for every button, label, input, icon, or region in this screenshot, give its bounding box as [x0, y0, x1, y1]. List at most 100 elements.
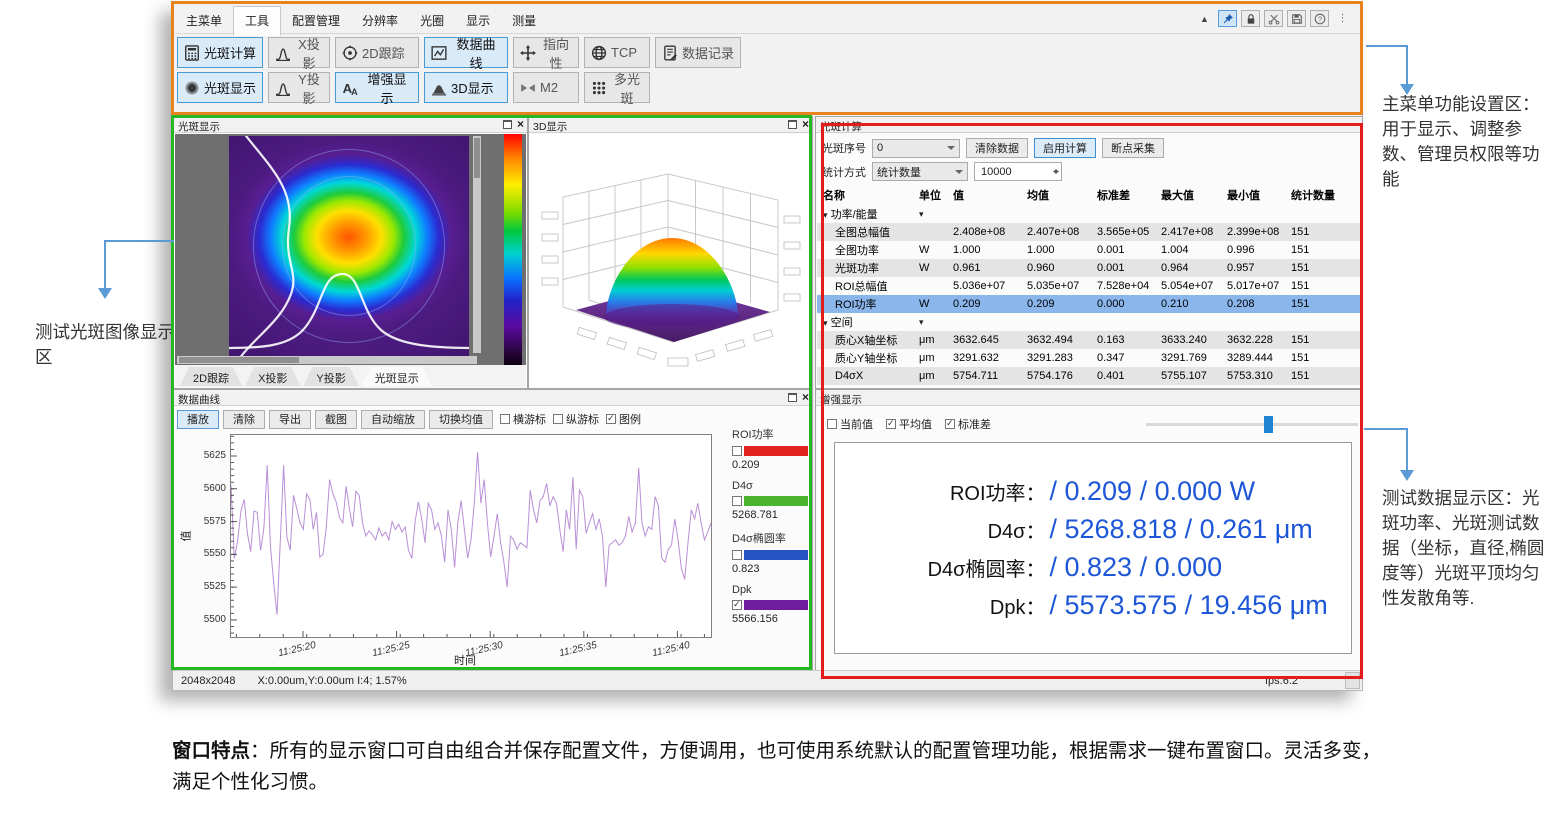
menu-item-3[interactable]: 配置管理	[281, 7, 351, 35]
enhance-display-panel: 增强显示 当前值平均值标准差 ROI功率：/ 0.209 / 0.000 WD4…	[815, 389, 1363, 671]
x-tick-label: 11:25:25	[371, 640, 411, 659]
menu-item-2[interactable]: 工具	[233, 6, 281, 36]
table-row-质心Y轴坐标[interactable]: 质心Y轴坐标μm3291.6323291.2830.3473291.769328…	[817, 349, 1361, 367]
horizontal-scrollbar[interactable]	[177, 356, 477, 364]
checkbox-icon[interactable]	[827, 419, 837, 429]
float-panel-icon[interactable]	[788, 393, 797, 402]
enable-calc-button[interactable]: 启用计算	[1034, 138, 1096, 158]
toolbar-button-multi-spot[interactable]: 多光斑	[584, 72, 650, 103]
table-group-row-功率/能量[interactable]: ▾ 功率/能量▾	[817, 205, 1361, 223]
menu-item-7[interactable]: 测量	[501, 7, 547, 35]
pointing-icon	[520, 45, 536, 61]
table-cell: 3291.283	[1023, 352, 1093, 364]
menu-item-4[interactable]: 分辨率	[351, 7, 409, 35]
legend-item-D4σ椭圆率: D4σ椭圆率0.823	[732, 530, 808, 575]
checkbox-icon[interactable]	[606, 414, 616, 424]
toolbar-button-pointing[interactable]: 指向性	[513, 37, 579, 68]
scissors-icon[interactable]	[1264, 10, 1283, 27]
enhance-checkbox-当前值[interactable]: 当前值	[827, 416, 873, 432]
toolbar-button-label: TCP	[611, 45, 637, 60]
calc-results-table[interactable]: 名称单位值均值标准差最大值最小值统计数量▾ 功率/能量▾全图总幅值2.408e+…	[817, 185, 1361, 387]
beam-2d-image[interactable]	[229, 136, 469, 356]
menu-item-1[interactable]: 主菜单	[175, 7, 233, 35]
spot-panel-title: 光斑显示	[178, 121, 220, 133]
lock-icon[interactable]	[1241, 10, 1260, 27]
toolbar-button-x-projection[interactable]: X投影	[268, 37, 330, 68]
stat-count-input[interactable]: 10000	[974, 162, 1062, 181]
table-cell: 0.208	[1223, 298, 1287, 310]
curve-button-播放[interactable]: 播放	[177, 410, 219, 429]
spot-index-select[interactable]: 0	[872, 139, 960, 158]
collapse-icon[interactable]: ▲	[1195, 10, 1214, 27]
breakpoint-capture-button[interactable]: 断点采集	[1102, 138, 1164, 158]
table-row-全图功率[interactable]: 全图功率W1.0001.0000.0011.0040.996151	[817, 241, 1361, 259]
enhance-display-label: D4σ：	[841, 515, 1046, 544]
float-panel-icon[interactable]	[503, 120, 512, 129]
save-icon[interactable]	[1287, 10, 1306, 27]
stat-mode-select[interactable]: 统计数量	[872, 162, 968, 181]
table-cell: 3291.769	[1157, 352, 1223, 364]
pin-icon[interactable]	[1218, 10, 1237, 27]
slider-handle[interactable]	[1264, 416, 1273, 433]
table-row-光斑功率[interactable]: 光斑功率W0.9610.9600.0010.9640.957151	[817, 259, 1361, 277]
table-row-D4σX[interactable]: D4σXμm5754.7115754.1760.4015755.1075753.…	[817, 367, 1361, 385]
curve-checkbox-图例[interactable]: 图例	[606, 411, 641, 427]
checkbox-label: 横游标	[513, 411, 546, 427]
toolbar-button-track-2d[interactable]: 2D跟踪	[335, 37, 419, 68]
toolbar-button-spot-display[interactable]: 光斑显示	[177, 72, 263, 103]
checkbox-icon[interactable]	[945, 419, 955, 429]
more-icon[interactable]: ⋮	[1333, 10, 1352, 27]
resize-grip[interactable]	[1345, 672, 1360, 689]
table-cell: 质心Y轴坐标	[817, 350, 915, 366]
clear-data-button[interactable]: 清除数据	[966, 138, 1028, 158]
table-row-ROI总幅值[interactable]: ROI总幅值5.036e+075.035e+077.528e+045.054e+…	[817, 277, 1361, 295]
legend-checkbox[interactable]	[732, 446, 742, 456]
toolbar-button-display-3d[interactable]: 3D显示	[424, 72, 508, 103]
toolbar-button-enhance-display[interactable]: AA增强显示	[335, 72, 419, 103]
toolbar-button-m2[interactable]: M2	[513, 72, 579, 103]
help-icon[interactable]: ?	[1310, 10, 1329, 27]
close-icon[interactable]: ×	[517, 119, 524, 129]
curve-button-切换均值[interactable]: 切换均值	[429, 410, 493, 429]
curve-checkbox-纵游标[interactable]: 纵游标	[553, 411, 599, 427]
toolbar-button-data-record[interactable]: 数据记录	[655, 37, 741, 68]
curve-plot-area[interactable]	[230, 434, 712, 638]
float-panel-icon[interactable]	[788, 120, 797, 129]
curve-button-截图[interactable]: 截图	[315, 410, 357, 429]
curve-button-自动缩放[interactable]: 自动缩放	[361, 410, 425, 429]
tab-2D跟踪[interactable]: 2D跟踪	[180, 367, 242, 386]
table-row-质心X轴坐标[interactable]: 质心X轴坐标μm3632.6453632.4940.1633633.240363…	[817, 331, 1361, 349]
enhance-checkbox-平均值[interactable]: 平均值	[886, 416, 932, 432]
curve-button-清除[interactable]: 清除	[223, 410, 265, 429]
spinner-icon[interactable]	[1053, 166, 1059, 177]
legend-checkbox[interactable]	[732, 550, 742, 560]
spot-calc-panel: 光斑计算 光斑序号 0 清除数据 启用计算 断点采集 统计方式 统计数量 100…	[815, 116, 1363, 389]
enhance-slider[interactable]	[1146, 423, 1358, 426]
toolbar-button-calculator[interactable]: 光斑计算	[177, 37, 263, 68]
tab-光斑显示[interactable]: 光斑显示	[362, 367, 432, 386]
menu-item-6[interactable]: 显示	[455, 7, 501, 35]
toolbar-button-data-curve[interactable]: 数据曲线	[424, 37, 508, 68]
curve-checkbox-横游标[interactable]: 横游标	[500, 411, 546, 427]
table-row-全图总幅值[interactable]: 全图总幅值2.408e+082.407e+083.565e+052.417e+0…	[817, 223, 1361, 241]
enhance-display-value: / 0.209 / 0.000 W	[1046, 476, 1346, 507]
table-row-ROI功率[interactable]: ROI功率W0.2090.2090.0000.2100.208151	[817, 295, 1361, 313]
tab-X投影[interactable]: X投影	[245, 367, 300, 386]
legend-checkbox[interactable]	[732, 496, 742, 506]
curve-button-导出[interactable]: 导出	[269, 410, 311, 429]
table-group-row-空间[interactable]: ▾ 空间▾	[817, 313, 1361, 331]
legend-checkbox[interactable]	[732, 600, 742, 610]
checkbox-icon[interactable]	[886, 419, 896, 429]
note-image-area: 测试光斑图像显示区	[35, 320, 187, 370]
checkbox-icon[interactable]	[500, 414, 510, 424]
close-icon[interactable]: ×	[802, 392, 809, 402]
vertical-scrollbar[interactable]	[473, 136, 481, 353]
close-icon[interactable]: ×	[802, 119, 809, 129]
enhance-checkbox-标准差[interactable]: 标准差	[945, 416, 991, 432]
surface-3d-plot[interactable]	[530, 134, 811, 387]
toolbar-button-y-projection[interactable]: Y投影	[268, 72, 330, 103]
checkbox-icon[interactable]	[553, 414, 563, 424]
tab-Y投影[interactable]: Y投影	[303, 367, 358, 386]
menu-item-5[interactable]: 光圈	[409, 7, 455, 35]
toolbar-button-tcp-globe[interactable]: TCP	[584, 37, 650, 68]
